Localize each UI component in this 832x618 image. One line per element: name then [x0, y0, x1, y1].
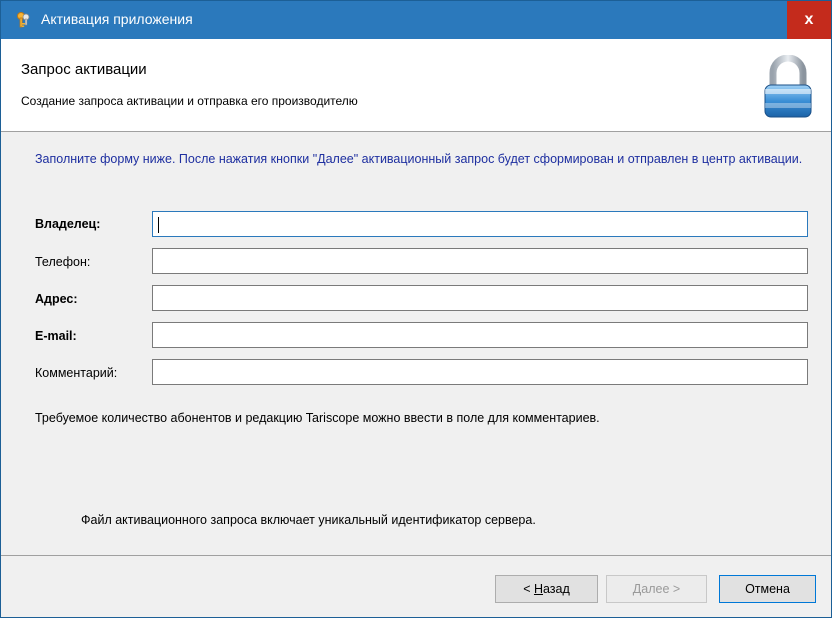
key-icon [17, 12, 30, 28]
comment-field[interactable] [152, 359, 808, 385]
email-label: E-mail: [35, 329, 77, 343]
title-bar[interactable]: Активация приложения x [1, 1, 831, 39]
footer-divider [1, 555, 831, 556]
phone-field[interactable] [152, 248, 808, 274]
comment-label: Комментарий: [35, 366, 118, 380]
padlock-icon [764, 55, 812, 118]
activation-dialog: Активация приложения x Запрос активации … [0, 0, 832, 618]
cancel-button[interactable]: Отмена [719, 575, 816, 603]
wizard-header: Запрос активации Создание запроса актива… [1, 39, 831, 132]
instructions-text: Заполните форму ниже. После нажатия кноп… [35, 152, 803, 166]
subscribers-note: Требуемое количество абонентов и редакци… [35, 411, 600, 425]
next-button-access-key: Д [632, 582, 642, 596]
address-label: Адрес: [35, 292, 78, 306]
close-button[interactable]: x [787, 1, 831, 39]
phone-label: Телефон: [35, 255, 91, 269]
email-field[interactable] [152, 322, 808, 348]
owner-field[interactable] [152, 211, 808, 237]
identifier-note: Файл активационного запроса включает уни… [81, 513, 536, 527]
back-button-access-key: Н [533, 582, 543, 596]
back-button[interactable]: < Назад [495, 575, 598, 603]
cancel-button-label: Отмена [745, 582, 790, 596]
page-subtitle: Создание запроса активации и отправка ег… [21, 94, 358, 108]
close-icon: x [804, 11, 814, 28]
back-button-label: азад [543, 582, 570, 596]
window-title: Активация приложения [41, 11, 193, 27]
page-title: Запрос активации [21, 61, 147, 78]
address-field[interactable] [152, 285, 808, 311]
owner-label: Владелец: [35, 217, 101, 231]
next-button-label: алее > [641, 582, 681, 596]
back-button-prefix: < [523, 582, 534, 596]
next-button[interactable]: Далее > [606, 575, 707, 603]
text-caret [158, 217, 159, 233]
